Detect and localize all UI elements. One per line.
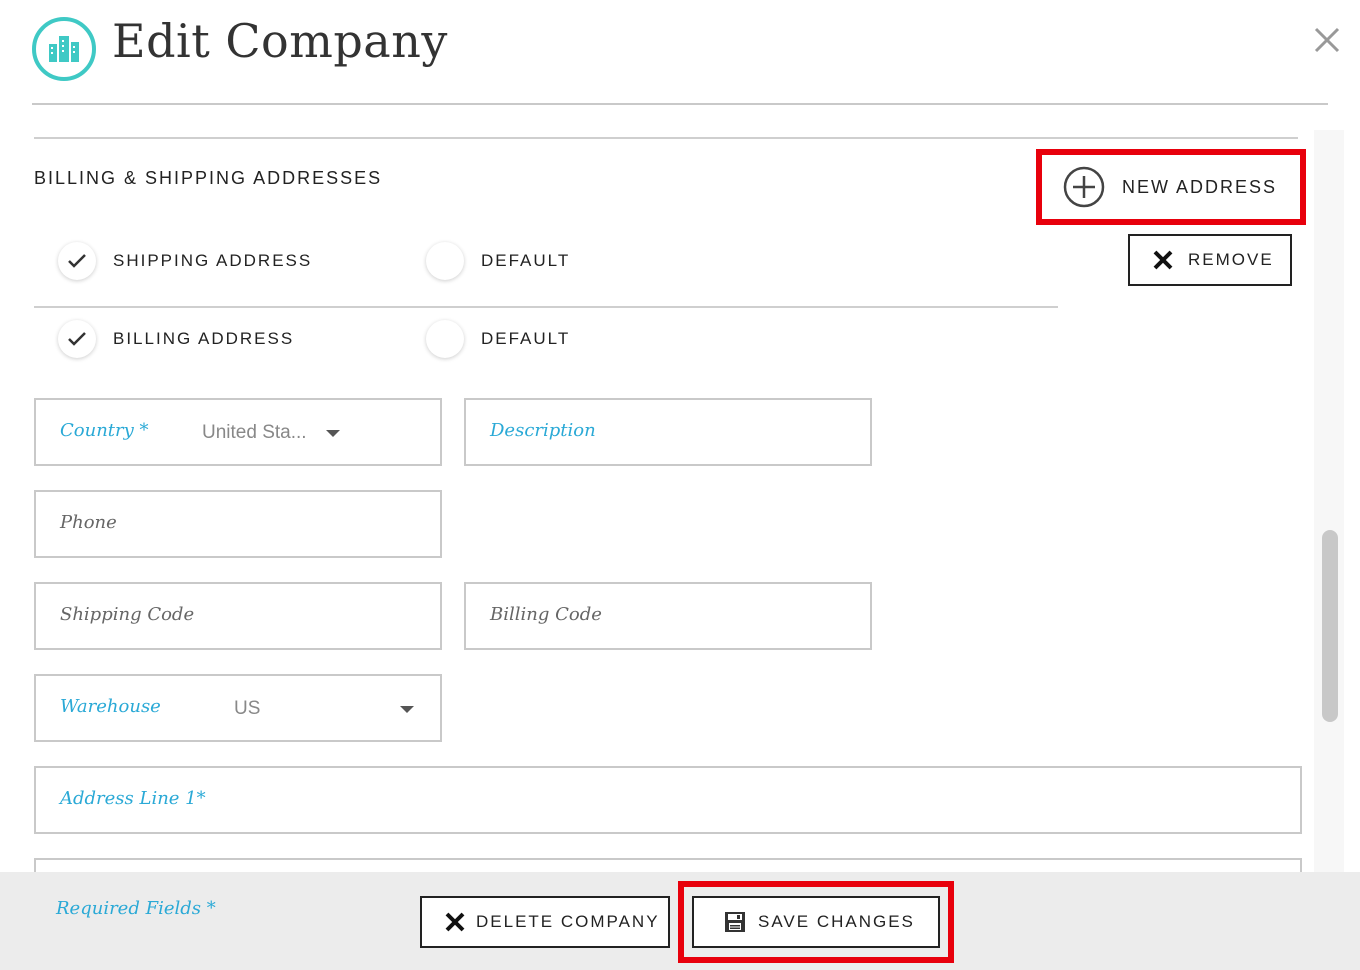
billing-code-field[interactable]: Billing Code	[464, 582, 872, 650]
save-changes-button[interactable]: SAVE CHANGES	[692, 896, 940, 948]
address-line1-label: Address Line 1*	[60, 788, 206, 809]
page-title: Edit Company	[112, 14, 448, 68]
shipping-address-checkbox[interactable]	[58, 242, 96, 280]
billing-code-label: Billing Code	[490, 604, 602, 625]
scrollbar-thumb[interactable]	[1322, 530, 1338, 722]
close-icon	[1153, 250, 1173, 270]
new-address-button[interactable]: NEW ADDRESS	[1036, 149, 1306, 225]
form-scroll-area: BILLING & SHIPPING ADDRESSES NEW ADDRESS…	[0, 112, 1360, 872]
close-icon	[445, 912, 465, 932]
description-label: Description	[490, 420, 596, 441]
dialog-footer: Required Fields * DELETE COMPANY SAVE CH…	[0, 872, 1360, 970]
close-icon[interactable]	[1312, 25, 1342, 55]
section-title: BILLING & SHIPPING ADDRESSES	[34, 168, 383, 188]
billing-address-label: BILLING ADDRESS	[113, 329, 295, 348]
shipping-code-label: Shipping Code	[60, 604, 195, 625]
billing-default-radio[interactable]	[426, 320, 464, 358]
shipping-address-row: SHIPPING ADDRESS DEFAULT	[58, 242, 1058, 282]
warehouse-value: US	[234, 698, 261, 719]
country-select[interactable]: Country * United Sta...	[34, 398, 442, 466]
floppy-disk-icon	[725, 912, 745, 932]
section-divider	[34, 137, 1298, 139]
plus-circle-icon	[1063, 166, 1105, 208]
company-building-icon	[32, 17, 96, 81]
required-fields-note: Required Fields *	[56, 898, 216, 919]
phone-field[interactable]: Phone	[34, 490, 442, 558]
remove-label: REMOVE	[1188, 250, 1274, 269]
save-changes-label: SAVE CHANGES	[758, 912, 915, 931]
warehouse-select[interactable]: Warehouse US	[34, 674, 442, 742]
header-divider	[32, 103, 1328, 105]
delete-company-label: DELETE COMPANY	[476, 912, 660, 931]
chevron-down-icon	[400, 706, 414, 713]
dialog-header: Edit Company	[0, 0, 1360, 110]
scrollbar-track[interactable]	[1314, 130, 1344, 872]
shipping-default-label: DEFAULT	[481, 251, 571, 270]
phone-label: Phone	[60, 512, 117, 533]
chevron-down-icon	[326, 430, 340, 437]
remove-address-button[interactable]: REMOVE	[1128, 234, 1292, 286]
address-line1-field[interactable]: Address Line 1*	[34, 766, 1302, 834]
checkmark-icon	[68, 332, 86, 346]
billing-address-row: BILLING ADDRESS DEFAULT	[58, 320, 1058, 360]
country-value: United Sta...	[202, 422, 307, 443]
row-divider	[34, 306, 1058, 308]
delete-company-button[interactable]: DELETE COMPANY	[420, 896, 670, 948]
shipping-address-label: SHIPPING ADDRESS	[113, 251, 313, 270]
description-field[interactable]: Description	[464, 398, 872, 466]
shipping-default-radio[interactable]	[426, 242, 464, 280]
address-line2-field[interactable]	[34, 858, 1302, 872]
shipping-code-field[interactable]: Shipping Code	[34, 582, 442, 650]
billing-default-label: DEFAULT	[481, 329, 571, 348]
checkmark-icon	[68, 254, 86, 268]
billing-address-checkbox[interactable]	[58, 320, 96, 358]
warehouse-label: Warehouse	[60, 696, 161, 717]
country-label: Country *	[60, 420, 149, 441]
new-address-label: NEW ADDRESS	[1122, 176, 1278, 197]
